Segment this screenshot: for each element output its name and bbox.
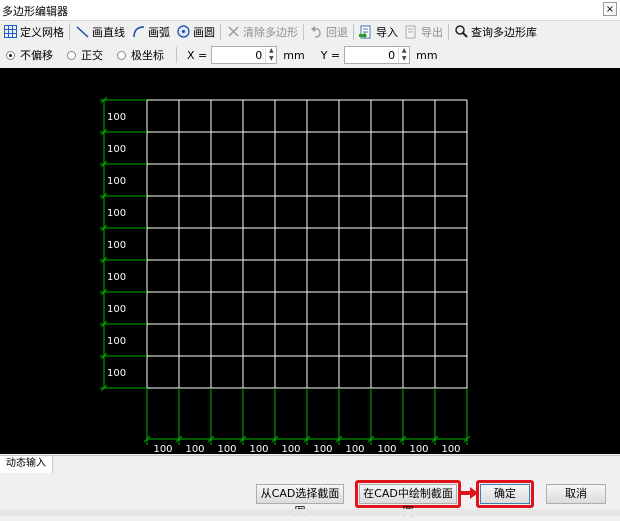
- window-title: 多边形编辑器: [2, 5, 68, 18]
- title-bar: 多边形编辑器 ×: [0, 0, 620, 21]
- row-dimension-label: 100: [107, 272, 126, 283]
- radio-indicator: [117, 50, 126, 60]
- tab-dynamic-input[interactable]: 动态输入: [0, 456, 53, 473]
- undo-icon: [309, 25, 323, 39]
- draw-line-button[interactable]: 画直线: [72, 22, 128, 42]
- col-dimension-label: 100: [377, 444, 396, 454]
- radio-indicator: [6, 50, 15, 60]
- col-dimension-label: 100: [409, 444, 428, 454]
- clear-icon: [226, 25, 240, 39]
- draw-circle-label: 画圆: [193, 26, 215, 39]
- import-button[interactable]: 导入: [356, 22, 401, 42]
- grid-drawing: 100 100 100 100 100 100 100 100 100 100 100 100 100 1…: [100, 96, 471, 454]
- x-spin-arrows[interactable]: ▲ ▼: [265, 47, 276, 63]
- radio-orthogonal[interactable]: 正交: [61, 47, 103, 63]
- row-dimension-label: 100: [107, 208, 126, 219]
- tab-strip: 动态输入: [0, 455, 620, 474]
- define-grid-button[interactable]: 定义网格: [0, 22, 67, 42]
- col-dimension-label: 100: [345, 444, 364, 454]
- toolbar-separator: [69, 24, 70, 40]
- line-icon: [75, 25, 89, 39]
- arc-icon: [131, 25, 145, 39]
- y-value: 0: [388, 49, 396, 62]
- x-input[interactable]: 0 ▲ ▼: [211, 46, 278, 64]
- drawing-canvas[interactable]: 100 100 100 100 100 100 100 100 100 100 100 100 100 1…: [0, 68, 620, 454]
- radio-no-offset[interactable]: 不偏移: [0, 47, 53, 63]
- query-library-label: 查询多边形库: [471, 26, 537, 39]
- export-button[interactable]: 导出: [401, 22, 446, 42]
- y-unit: mm: [416, 48, 438, 62]
- clear-polygon-button[interactable]: 清除多边形: [223, 22, 301, 42]
- y-input[interactable]: 0 ▲ ▼: [344, 46, 411, 64]
- close-button[interactable]: ×: [603, 2, 617, 16]
- export-label: 导出: [421, 26, 443, 39]
- query-library-button[interactable]: 查询多边形库: [451, 22, 540, 42]
- options-separator: [176, 47, 177, 63]
- search-icon: [454, 25, 468, 39]
- toolbar-separator: [220, 24, 221, 40]
- export-icon: [404, 25, 418, 39]
- radio-indicator: [67, 50, 76, 60]
- radio-orthogonal-label: 正交: [81, 49, 103, 62]
- col-dimension-label: 100: [249, 444, 268, 454]
- col-dimension-label: 100: [217, 444, 236, 454]
- undo-button[interactable]: 回退: [306, 22, 351, 42]
- options-bar: 不偏移 正交 极坐标 X = 0 ▲ ▼ mm Y = 0 ▲ ▼ mm: [0, 44, 620, 66]
- col-dimension-label: 100: [185, 444, 204, 454]
- define-grid-label: 定义网格: [20, 26, 64, 39]
- row-dimension-label: 100: [107, 112, 126, 123]
- draw-in-cad-button[interactable]: 在CAD中绘制截面图: [359, 484, 457, 518]
- draw-arc-button[interactable]: 画弧: [128, 22, 173, 42]
- import-label: 导入: [376, 26, 398, 39]
- draw-arc-label: 画弧: [148, 26, 170, 39]
- toolbar-separator: [448, 24, 449, 40]
- select-from-cad-button[interactable]: 从CAD选择截面图: [256, 484, 344, 518]
- y-label: Y =: [320, 48, 341, 62]
- clear-polygon-label: 清除多边形: [243, 26, 298, 39]
- col-dimension-label: 100: [281, 444, 300, 454]
- row-dimension-label: 100: [107, 336, 126, 347]
- undo-label: 回退: [326, 26, 348, 39]
- row-dimension-label: 100: [107, 368, 126, 379]
- row-dimension-label: 100: [107, 240, 126, 251]
- status-bar: [0, 509, 620, 516]
- toolbar-separator: [303, 24, 304, 40]
- col-dimension-label: 100: [153, 444, 172, 454]
- x-label: X =: [187, 48, 208, 62]
- x-unit: mm: [283, 48, 305, 62]
- toolbar: 定义网格 画直线 画弧 画圆 清除多边形 回退 导入 导出 查询多边形库: [0, 21, 620, 43]
- import-icon: [359, 25, 373, 39]
- grid-icon: [3, 25, 17, 39]
- radio-no-offset-label: 不偏移: [20, 49, 53, 62]
- draw-circle-button[interactable]: 画圆: [173, 22, 218, 42]
- circle-icon: [176, 25, 190, 39]
- draw-line-label: 画直线: [92, 26, 125, 39]
- cancel-button[interactable]: 取消: [546, 484, 606, 504]
- row-dimension-label: 100: [107, 176, 126, 187]
- ok-button[interactable]: 确定: [480, 484, 530, 504]
- row-dimension-label: 100: [107, 144, 126, 155]
- col-dimension-label: 100: [441, 444, 460, 454]
- button-bar: 从CAD选择截面图 在CAD中绘制截面图 确定 取消: [0, 474, 620, 518]
- radio-polar-label: 极坐标: [131, 49, 164, 62]
- y-spin-arrows[interactable]: ▲ ▼: [398, 47, 409, 63]
- row-dimension-label: 100: [107, 304, 126, 315]
- toolbar-separator: [353, 24, 354, 40]
- col-dimension-label: 100: [313, 444, 332, 454]
- x-value: 0: [255, 49, 263, 62]
- radio-polar[interactable]: 极坐标: [111, 47, 164, 63]
